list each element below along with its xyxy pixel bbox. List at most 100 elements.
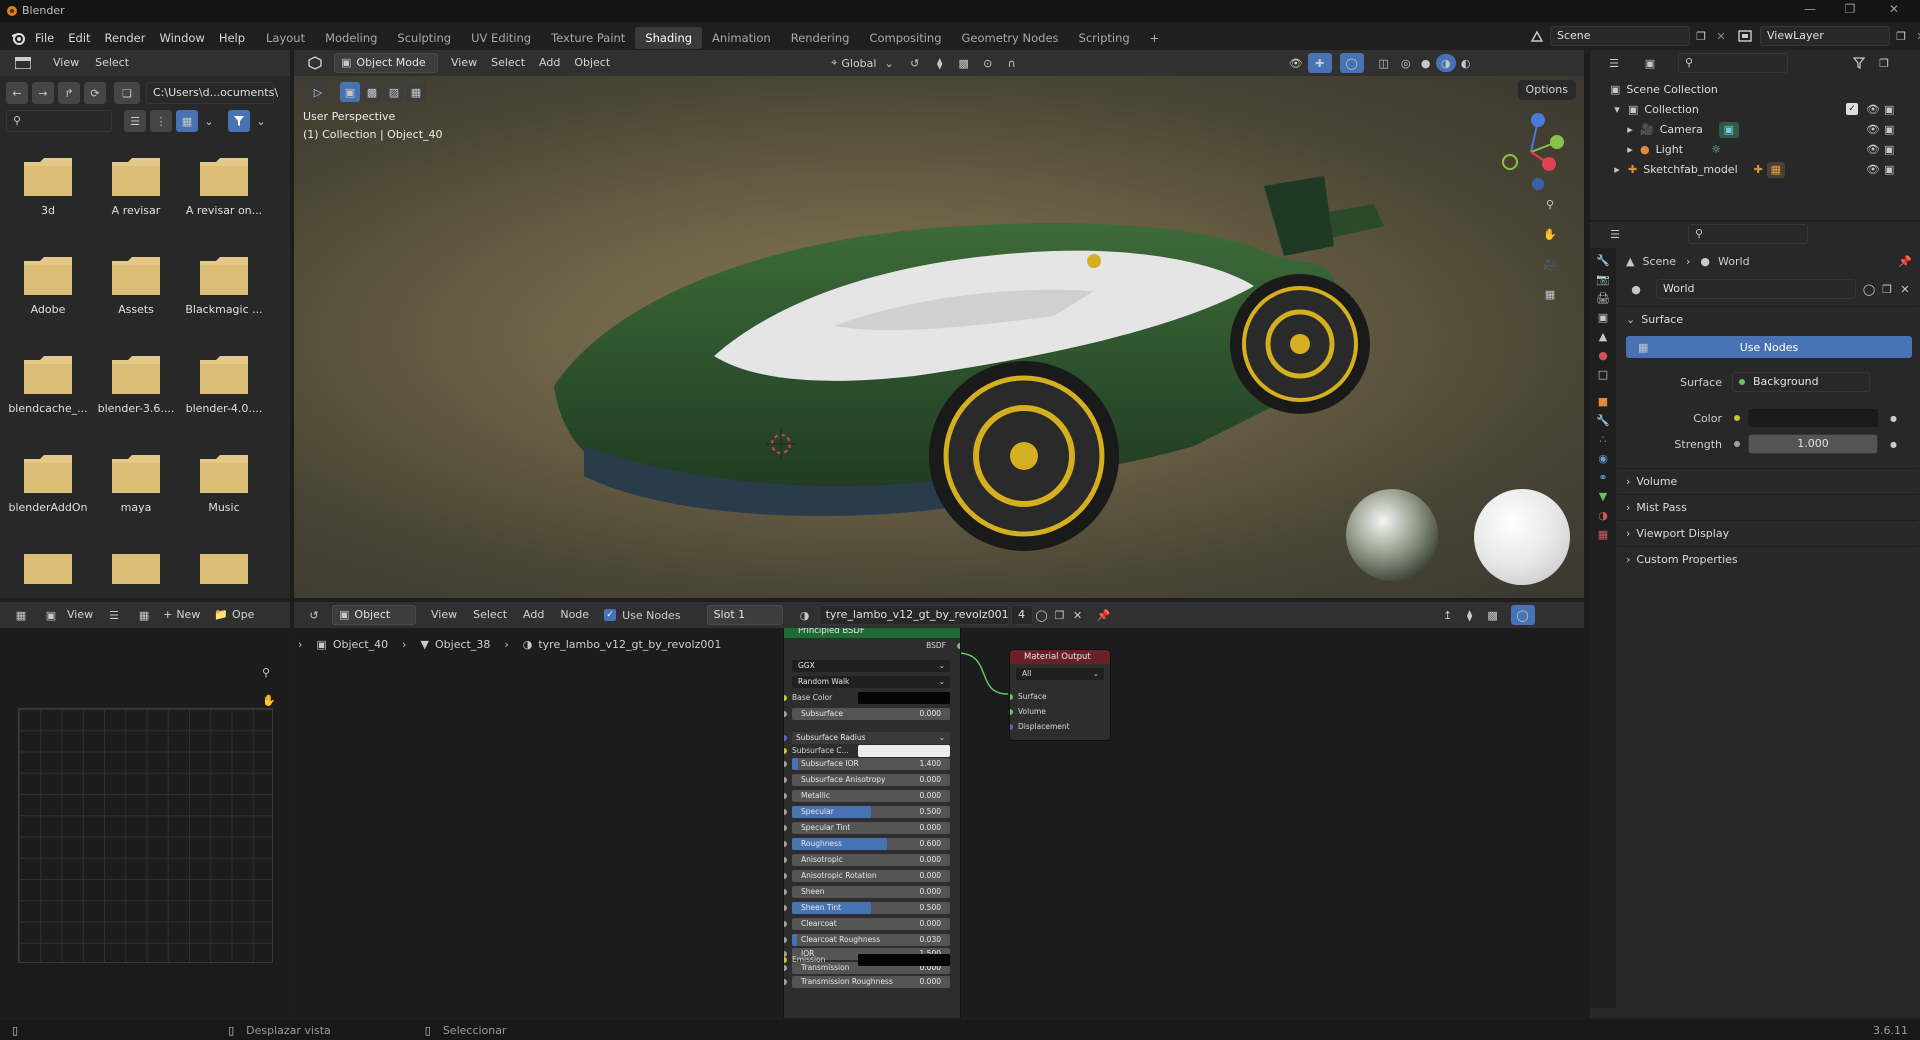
blender-menu-icon[interactable] (8, 31, 28, 45)
outliner-row-scene-collection[interactable]: ▣ Scene Collection (1610, 80, 1920, 100)
keyframe-dot-icon[interactable]: ● (1890, 440, 1897, 449)
world-tab-icon[interactable]: ● (1598, 349, 1608, 362)
outliner-row-camera[interactable]: ▸ 🎥 Camera ▣ 👁 ▣ (1610, 120, 1920, 140)
forward-arrow-icon[interactable]: → (32, 82, 54, 104)
folder-item[interactable]: blender-4.0.... (180, 356, 268, 455)
image-canvas[interactable]: ⚲ ✋ (0, 628, 290, 1018)
minimize-button[interactable]: — (1790, 2, 1830, 20)
new-scene-icon[interactable]: ❐ (1690, 30, 1712, 43)
mist-pass-section-header[interactable]: › Mist Pass (1618, 494, 1918, 520)
view-layer-selector[interactable]: ViewLayer (1760, 26, 1890, 46)
duplicate-icon[interactable]: ❐ (1878, 283, 1896, 296)
viewport-options-button[interactable]: Options (1517, 80, 1576, 100)
view-layer-tab-icon[interactable]: ▣ (1598, 311, 1608, 324)
particles-tab-icon[interactable]: ∴ (1600, 433, 1607, 446)
subsurface-radius-dropdown[interactable]: Subsurface Radius ⌄ (792, 732, 950, 744)
param-slider[interactable]: Subsurface 0.000 (792, 708, 950, 720)
maximize-button[interactable]: ❐ (1830, 2, 1870, 20)
delete-scene-icon[interactable]: ✕ (1712, 30, 1730, 43)
camera-view-icon[interactable]: 🎥 (1536, 252, 1564, 276)
input-socket[interactable] (784, 777, 787, 783)
3d-viewport[interactable]: ▷ ▣ ▩ ▨ ▦ Options User Perspective (1) C… (294, 76, 1584, 598)
input-socket[interactable] (784, 809, 787, 815)
zoom-icon[interactable]: ⚲ (1536, 192, 1564, 216)
folder-item[interactable]: A revisar (92, 158, 180, 257)
tab-animation[interactable]: Animation (702, 27, 781, 49)
snap-target-icon[interactable]: ▩ (952, 57, 976, 70)
node-view-menu[interactable]: View (426, 605, 462, 625)
duplicate-icon[interactable]: ❐ (1051, 609, 1069, 622)
subtract-select-icon[interactable]: ▨ (384, 82, 404, 102)
node-select-menu[interactable]: Select (468, 605, 512, 625)
camera-render-icon[interactable]: ▣ (1884, 120, 1894, 140)
unlink-icon[interactable]: ✕ (1069, 609, 1087, 622)
add-workspace-button[interactable]: + (1140, 27, 1170, 49)
node-snap-target-icon[interactable]: ▩ (1481, 609, 1505, 622)
input-socket[interactable] (784, 825, 787, 831)
use-nodes-button[interactable]: ▦ Use Nodes (1626, 336, 1912, 358)
expand-chevron-icon[interactable]: ▾ (1610, 100, 1624, 120)
expand-chevron-icon[interactable]: ▸ (1610, 160, 1624, 180)
filter-chevron-icon[interactable]: ⌄ (254, 115, 268, 128)
material-slot-selector[interactable]: Slot 1 (706, 605, 783, 625)
wireframe-shading-icon[interactable]: ◎ (1396, 57, 1416, 70)
outliner-search-input[interactable]: ⚲ (1678, 53, 1788, 73)
extend-select-icon[interactable]: ▩ (362, 82, 382, 102)
folder-item[interactable]: Music (180, 455, 268, 554)
file-search-input[interactable]: ⚲ (6, 110, 112, 132)
pan-hand-icon[interactable]: ✋ (262, 694, 276, 707)
refresh-icon[interactable]: ⟳ (84, 82, 106, 104)
param-slider[interactable]: Clearcoat Roughness 0.030 (792, 934, 950, 946)
displacement-input-socket[interactable] (1010, 724, 1013, 730)
select-tool-icon[interactable]: ▷ (308, 82, 328, 102)
viewport-view-menu[interactable]: View (446, 53, 482, 73)
camera-render-icon[interactable]: ▣ (1884, 100, 1894, 120)
node-snap-icon[interactable]: ⧫ (1459, 609, 1481, 622)
volume-section-header[interactable]: › Volume (1618, 468, 1918, 494)
parent-directory-icon[interactable]: ↱ (58, 82, 80, 104)
filter-icon[interactable] (228, 110, 250, 132)
surface-shader-selector[interactable]: Background (1732, 372, 1870, 392)
node-header[interactable]: Principled BSDF (784, 628, 960, 638)
pan-hand-icon[interactable]: ✋ (1536, 222, 1564, 246)
display-mode-icon[interactable]: ▣ (1634, 57, 1666, 70)
unlink-icon[interactable]: ✕ (1896, 283, 1914, 296)
perspective-toggle-icon[interactable]: ▦ (1536, 282, 1564, 306)
input-socket[interactable] (784, 761, 787, 767)
input-socket[interactable] (784, 873, 787, 879)
folder-item[interactable]: 3d (4, 158, 92, 257)
viewport-add-menu[interactable]: Add (534, 53, 565, 73)
menu-render[interactable]: Render (98, 28, 153, 48)
camera-render-icon[interactable]: ▣ (1884, 160, 1894, 180)
menu-file[interactable]: File (28, 28, 61, 48)
input-socket[interactable] (784, 857, 787, 863)
path-field[interactable]: C:\Users\d...ocuments\ (146, 82, 278, 104)
new-image-button[interactable]: + New (158, 605, 205, 625)
horizontal-list-icon[interactable]: ⋮ (150, 110, 172, 132)
gizmo-toggle-icon[interactable]: ✚ (1307, 53, 1332, 73)
custom-properties-section-header[interactable]: › Custom Properties (1618, 546, 1918, 572)
outliner-editor-type-icon[interactable]: ☰ (1602, 57, 1626, 70)
viewport-object-menu[interactable]: Object (569, 53, 615, 73)
eye-icon[interactable]: 👁 (1866, 100, 1880, 120)
node-add-menu[interactable]: Add (518, 605, 549, 625)
delete-view-layer-icon[interactable]: ✕ (1912, 30, 1920, 43)
mode-selector[interactable]: ▣ Object Mode (334, 53, 438, 73)
input-socket[interactable] (784, 889, 787, 895)
strength-field[interactable]: 1.000 (1748, 434, 1878, 454)
tab-layout[interactable]: Layout (256, 27, 315, 49)
distribution-dropdown[interactable]: GGX ⌄ (792, 660, 950, 672)
folder-item[interactable]: A revisar on... (180, 158, 268, 257)
expand-chevron-icon[interactable]: ▸ (1624, 140, 1636, 160)
pin-icon[interactable]: 📌 (1093, 609, 1115, 622)
material-tab-icon[interactable]: ◑ (1598, 509, 1608, 522)
input-socket[interactable] (784, 905, 787, 911)
fake-user-icon[interactable]: ◯ (1033, 609, 1051, 622)
surface-section-header[interactable]: ⌄ Surface (1618, 306, 1918, 332)
tab-rendering[interactable]: Rendering (781, 27, 860, 49)
output-tab-icon[interactable]: 🖨 (1596, 292, 1610, 305)
car-model[interactable] (494, 126, 1414, 566)
new-collection-icon[interactable]: ❐ (1874, 57, 1894, 70)
data-tab-icon[interactable]: ▼ (1599, 490, 1607, 503)
back-arrow-icon[interactable]: ← (6, 82, 28, 104)
